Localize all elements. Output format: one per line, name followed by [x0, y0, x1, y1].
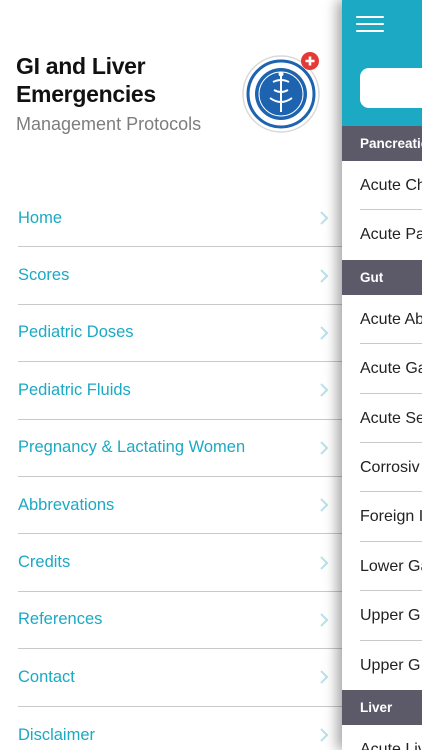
- list-item[interactable]: Acute Ga: [360, 344, 422, 394]
- menu-item-disclaimer[interactable]: Disclaimer: [18, 707, 342, 750]
- side-drawer: GI and Liver Emergencies Management Prot…: [0, 0, 342, 750]
- list-item[interactable]: Acute Se: [360, 394, 422, 443]
- list-item[interactable]: Upper G: [360, 641, 422, 690]
- menu-item-label: Abbrevations: [18, 495, 115, 514]
- menu-item-contact[interactable]: Contact: [18, 649, 342, 707]
- chevron-right-icon: [320, 613, 329, 627]
- main-content: Pancreatic Acute Ch Acute Pa Gut Acute A…: [342, 0, 422, 750]
- section-header-gut: Gut: [342, 259, 422, 295]
- menu-item-pediatric-doses[interactable]: Pediatric Doses: [18, 305, 342, 363]
- menu-item-label: Disclaimer: [18, 725, 96, 744]
- list-item[interactable]: Upper G: [360, 591, 422, 641]
- menu-item-abbrevations[interactable]: Abbrevations: [18, 477, 342, 535]
- chevron-right-icon: [320, 211, 329, 225]
- menu-item-label: Pregnancy & Lactating Women: [18, 438, 246, 457]
- menu-item-references[interactable]: References: [18, 592, 342, 650]
- top-bar: [342, 0, 422, 126]
- menu-item-credits[interactable]: Credits: [18, 534, 342, 592]
- list-item[interactable]: Corrosiv: [360, 443, 422, 493]
- chevron-right-icon: [320, 498, 329, 512]
- menu-item-label: Contact: [18, 667, 75, 686]
- list-item[interactable]: Foreign I: [360, 492, 422, 542]
- menu-item-home[interactable]: Home: [18, 190, 342, 248]
- chevron-right-icon: [320, 268, 329, 283]
- protocol-list: Pancreatic Acute Ch Acute Pa Gut Acute A…: [342, 126, 422, 750]
- drawer-menu: Home Scores Pediatric Doses Pediatric Fl…: [18, 190, 342, 750]
- section-header-pancreatic: Pancreatic: [342, 126, 422, 161]
- hamburger-icon[interactable]: [356, 16, 384, 34]
- chevron-right-icon: [320, 326, 329, 340]
- menu-item-label: Home: [18, 208, 63, 227]
- list-item[interactable]: Acute Ch: [360, 161, 422, 211]
- list-item[interactable]: Lower Ga: [360, 542, 422, 592]
- institute-logo: [240, 48, 326, 134]
- menu-item-pediatric-fluids[interactable]: Pediatric Fluids: [18, 362, 342, 420]
- menu-item-label: Credits: [18, 553, 71, 572]
- app-title: GI and Liver Emergencies: [16, 53, 156, 107]
- list-item[interactable]: Acute Liv: [360, 725, 422, 750]
- section-header-liver: Liver: [342, 689, 422, 725]
- chevron-right-icon: [320, 555, 329, 570]
- app-subtitle: Management Protocols: [16, 114, 202, 134]
- chevron-right-icon: [320, 728, 329, 742]
- search-input[interactable]: [360, 68, 422, 108]
- list-item[interactable]: Acute Pa: [360, 210, 422, 259]
- menu-item-label: Pediatric Fluids: [18, 380, 131, 399]
- menu-item-label: References: [18, 610, 103, 629]
- menu-item-label: Scores: [18, 266, 70, 285]
- menu-item-pregnancy-lactating[interactable]: Pregnancy & Lactating Women: [18, 420, 342, 477]
- list-item[interactable]: Acute Ab: [360, 295, 422, 345]
- chevron-right-icon: [320, 670, 329, 685]
- chevron-right-icon: [320, 441, 329, 455]
- chevron-right-icon: [320, 383, 329, 398]
- menu-item-label: Pediatric Doses: [18, 323, 134, 342]
- menu-item-scores[interactable]: Scores: [18, 247, 342, 305]
